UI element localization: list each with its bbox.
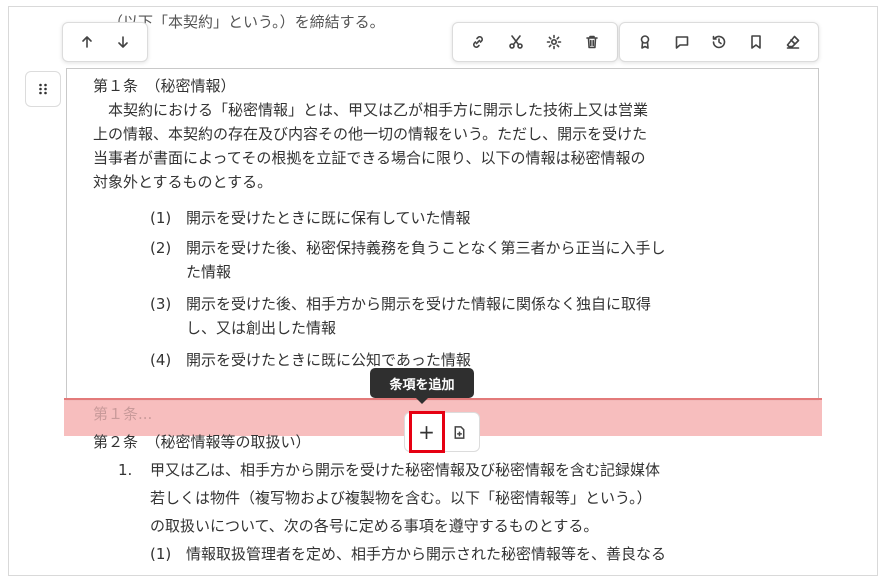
move-up-button[interactable] — [75, 30, 99, 54]
delete-button[interactable] — [580, 30, 604, 54]
article-2-sub-number: (1) — [150, 545, 172, 563]
bookmark-button[interactable] — [744, 30, 768, 54]
article-1-line-4: 対象外とするものとする。 — [93, 173, 273, 191]
add-article-toolbar: + — [404, 411, 480, 453]
move-toolbar — [62, 22, 148, 62]
article-1-title: 第１条 （秘密情報） — [93, 77, 236, 95]
edit-toolbar — [452, 22, 618, 62]
article-1-line-2: 上の情報、本契約の存在及び内容その他一切の情報をいう。ただし、開示を受けた — [93, 125, 648, 143]
bookmark-icon — [751, 35, 761, 49]
link-button[interactable] — [466, 30, 490, 54]
comment-button[interactable] — [670, 30, 694, 54]
eraser-icon — [787, 35, 800, 49]
tooltip-arrow — [415, 397, 429, 404]
article-2-line-2: 若しくは物件（複写物および複製物を含む。以下「秘密情報等」という。） — [150, 489, 652, 507]
article-2-sub-text: 情報取扱管理者を定め、相手方から開示された秘密情報等を、善良なる — [186, 545, 667, 563]
drag-handle-icon — [39, 83, 47, 95]
move-down-button[interactable] — [111, 30, 135, 54]
add-article-button[interactable]: + — [408, 411, 445, 453]
ribbon-icon — [640, 35, 649, 49]
settings-button[interactable] — [542, 30, 566, 54]
insert-template-button[interactable] — [446, 418, 474, 446]
history-button[interactable] — [707, 30, 731, 54]
article-2-line-1: 甲又は乙は、相手方から開示を受けた秘密情報及び秘密情報を含む記録媒体 — [150, 461, 661, 479]
item-3-text-1: 開示を受けた後、相手方から開示を受けた情報に関係なく独自に取得 — [186, 295, 652, 313]
article-1-line-3: 当事者が書面によってその根拠を立証できる場合に限り、以下の情報は秘密情報の — [93, 149, 646, 167]
link-icon — [473, 36, 483, 48]
arrow-down-icon — [118, 36, 128, 48]
new-article-placeholder: 第１条... — [93, 405, 153, 423]
insert-position-line — [64, 398, 822, 400]
article-1-line-1: 本契約における「秘密情報」とは、甲又は乙が相手方に開示した技術上又は営業 — [93, 101, 649, 119]
history-icon — [712, 35, 726, 49]
clear-format-button[interactable] — [781, 30, 805, 54]
gear-icon — [546, 34, 562, 50]
insert-document-icon — [454, 425, 465, 439]
add-article-tooltip: 条項を追加 — [370, 368, 474, 398]
item-2-number: (2) — [150, 239, 172, 257]
comment-icon — [675, 36, 689, 49]
scissors-icon — [509, 35, 523, 49]
item-2-text-1: 開示を受けた後、秘密保持義務を負うことなく第三者から正当に入手し — [186, 239, 666, 257]
trash-icon — [586, 35, 598, 49]
item-3-number: (3) — [150, 295, 172, 313]
article-2-title: 第２条 （秘密情報等の取扱い） — [93, 433, 311, 451]
prev-paragraph: （以下「本契約」という。）を締結する。 — [108, 13, 385, 31]
cut-button[interactable] — [504, 30, 528, 54]
arrow-up-icon — [82, 36, 92, 48]
item-4-number: (4) — [150, 351, 172, 369]
ribbon-button[interactable] — [633, 30, 657, 54]
article-2-line-3: の取扱いについて、次の各号に定める事項を遵守するものとする。 — [150, 517, 599, 535]
drag-handle[interactable] — [25, 71, 61, 107]
item-3-text-2: し、又は創出した情報 — [186, 319, 337, 337]
comment-toolbar — [619, 22, 819, 62]
item-2-text-2: た情報 — [186, 263, 232, 281]
item-1-number: (1) — [150, 209, 172, 227]
article-2-para-number: 1. — [118, 461, 133, 479]
item-1-text: 開示を受けたときに既に保有していた情報 — [186, 209, 471, 227]
